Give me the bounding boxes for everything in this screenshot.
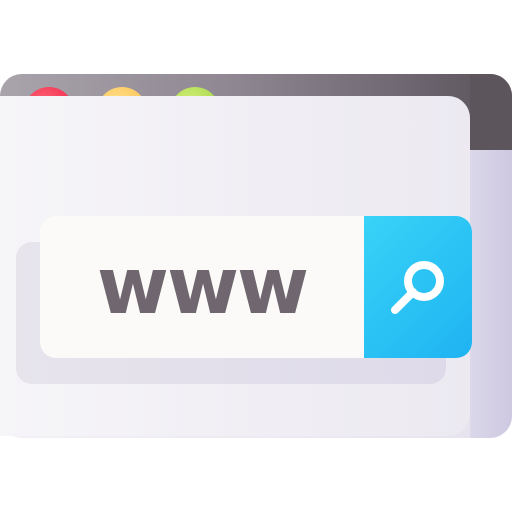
magnifier-icon — [391, 261, 444, 314]
title-bar-edge — [470, 74, 512, 150]
address-bar[interactable]: www — [40, 216, 472, 358]
content-area-edge — [470, 150, 512, 438]
search-button[interactable] — [364, 216, 472, 358]
address-input[interactable]: www — [40, 216, 364, 358]
